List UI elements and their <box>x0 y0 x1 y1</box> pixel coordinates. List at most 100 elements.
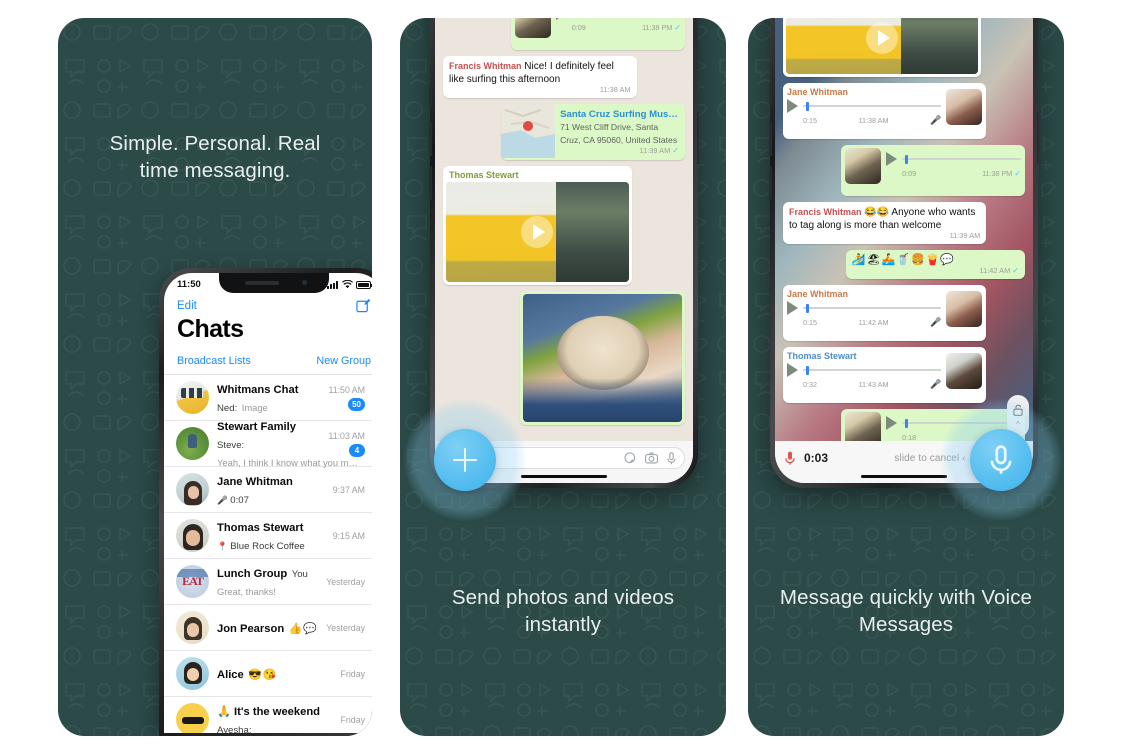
play-icon[interactable] <box>787 99 798 113</box>
chat-name: Jane Whitman <box>217 475 293 488</box>
video-thumbnail[interactable]: 11:37 AM <box>786 18 979 74</box>
phone-notch <box>219 273 329 293</box>
chat-sender: Ned: <box>217 402 238 414</box>
broadcast-lists-button[interactable]: Broadcast Lists <box>177 355 251 367</box>
location-title: Santa Cruz Surfing Mus… <box>560 109 678 120</box>
voice-record-button[interactable] <box>940 399 1062 521</box>
avatar <box>176 703 209 733</box>
list-item[interactable]: Jane Whitman 🎤 0:07 9:37 AM › <box>164 467 372 513</box>
panel1-caption: Simple. Personal. Real time messaging. <box>109 132 321 182</box>
chat-time: Friday <box>340 668 365 679</box>
avatar <box>176 473 209 506</box>
message-bubble-text-in[interactable]: Francis Whitman 😂😂 Anyone who wants to t… <box>783 202 987 244</box>
message-time: 11:38 PM <box>642 23 673 32</box>
list-item[interactable]: Alice 😎😘 Friday › <box>164 651 372 697</box>
voice-avatar <box>946 290 983 327</box>
message-time: 11:39 AM <box>639 146 671 155</box>
message-sender: Francis Whitman <box>449 61 522 71</box>
message-time: 11:42 AM <box>979 266 1011 275</box>
play-icon[interactable] <box>521 216 554 248</box>
message-time: 11:38 AM <box>599 85 631 94</box>
list-item[interactable]: 🙏 It's the weekend Ayesha: Friday › <box>164 697 372 733</box>
panel3-caption: Message quickly with Voice Messages <box>779 586 1033 636</box>
phone-screen: 11:50 Edit Chats Broadcast Lists New Gro… <box>164 273 372 733</box>
audio-progress-track[interactable] <box>803 365 942 375</box>
microphone-icon[interactable] <box>667 451 676 465</box>
list-item[interactable]: Whitmans Chat Ned: Image 11:50 AM 50 › <box>164 375 372 421</box>
message-bubble-video-in[interactable]: 11:37 AM <box>783 18 982 77</box>
message-sender: Francis Whitman <box>789 207 862 217</box>
play-icon[interactable] <box>866 22 899 54</box>
chat-name: Whitmans Chat <box>217 383 299 396</box>
chat-time: Friday <box>340 714 365 725</box>
play-icon[interactable] <box>886 416 898 430</box>
plus-attach-button[interactable] <box>404 399 526 521</box>
camera-icon[interactable] <box>645 452 658 464</box>
home-indicator <box>861 474 947 478</box>
phone-power-button <box>696 112 699 164</box>
avatar <box>176 565 209 598</box>
list-item[interactable]: Jon Pearson 👍💬 Yesterday › <box>164 605 372 651</box>
screenshot-stage: Simple. Personal. Real time messaging. 1… <box>0 0 1124 754</box>
chat-name: Alice <box>217 668 244 681</box>
voice-avatar <box>514 18 551 38</box>
message-bubble-text-in[interactable]: Francis Whitman Nice! I definitely feel … <box>443 56 637 98</box>
message-time: 11:37 AM <box>940 58 972 67</box>
message-bubble-photo-out[interactable]: 11:48 AM ✓ <box>520 291 685 425</box>
video-thumbnail[interactable]: 11:45 AM <box>446 182 629 282</box>
message-bubble-video-in[interactable]: Thomas Stewart 11:45 AM <box>443 166 632 285</box>
voice-duration: 0:15 <box>803 116 817 125</box>
chat-name: Stewart Family <box>217 420 296 433</box>
play-icon[interactable] <box>787 363 798 377</box>
list-item[interactable]: Lunch Group You Great, thanks! Yesterday… <box>164 559 372 605</box>
avatar <box>176 427 209 460</box>
phone-side-button <box>429 84 432 106</box>
microphone-icon: 🎤 <box>217 494 228 505</box>
message-time: 11:43 AM <box>858 380 889 389</box>
message-bubble-voice-in[interactable]: Thomas Stewart 0:32 11:43 AM 🎤 <box>783 347 987 403</box>
voice-record-button-core[interactable] <box>970 429 1032 491</box>
read-receipt-icon: ✓ <box>1012 266 1019 275</box>
subnav: Broadcast Lists New Group <box>164 351 372 375</box>
audio-progress-track[interactable] <box>803 303 942 313</box>
voice-duration: 0:09 <box>571 23 586 32</box>
chat-list[interactable]: Whitmans Chat Ned: Image 11:50 AM 50 › <box>164 375 372 733</box>
message-meta: 11:42 AM ✓ <box>980 264 1019 277</box>
photo-thumbnail[interactable]: 11:48 AM ✓ <box>523 294 682 422</box>
voice-avatar <box>946 88 983 125</box>
audio-progress-track[interactable] <box>902 154 1021 164</box>
message-sender: Thomas Stewart <box>449 170 519 180</box>
compose-icon[interactable] <box>356 298 371 313</box>
message-time: 11:48 AM <box>635 406 667 415</box>
play-icon[interactable] <box>787 301 798 315</box>
microphone-icon: 🎤 <box>930 317 942 327</box>
voice-duration: 0:07 <box>230 494 249 506</box>
message-bubble-voice-in[interactable]: Jane Whitman 0:15 11:42 AM 🎤 <box>783 285 987 341</box>
sticker-icon[interactable] <box>624 452 636 464</box>
unread-badge: 50 <box>348 397 365 411</box>
chat-name: 🙏 It's the weekend <box>217 705 321 718</box>
message-bubble-voice-in[interactable]: Jane Whitman 0:15 11:38 AM 🎤 <box>783 83 987 139</box>
phone-volume-up-button <box>429 122 432 156</box>
play-icon[interactable] <box>886 152 898 166</box>
list-item[interactable]: Stewart Family Steve: Yeah, I think I kn… <box>164 420 372 468</box>
message-time: 11:38 PM <box>982 169 1013 178</box>
audio-progress-track[interactable] <box>803 101 942 111</box>
edit-button[interactable]: Edit <box>177 300 197 312</box>
plus-attach-button-core[interactable] <box>434 429 496 491</box>
chat-time: Yesterday <box>326 576 365 587</box>
new-group-button[interactable]: New Group <box>316 355 371 367</box>
play-icon[interactable] <box>555 18 567 20</box>
phone-side-button <box>769 84 772 106</box>
list-item[interactable]: Thomas Stewart 📍 Blue Rock Coffee 9:15 A… <box>164 513 372 559</box>
message-bubble-location-out[interactable]: Santa Cruz Surfing Mus… 71 West Cliff Dr… <box>501 104 685 160</box>
chat-sender: You <box>291 568 308 580</box>
message-bubble-voice-out[interactable]: 0:09 11:38 PM ✓ <box>510 18 685 50</box>
panel2-caption: Send photos and videos instantly <box>451 586 675 636</box>
nav-row: Edit <box>164 293 372 314</box>
chat-preview: Image <box>241 401 268 413</box>
message-bubble-voice-out[interactable]: 0:09 11:38 PM ✓ <box>841 145 1025 196</box>
chat-preview: Yeah, I think I know what you m… <box>217 456 358 468</box>
status-time: 11:50 <box>177 278 201 290</box>
message-bubble-emoji-out[interactable]: 🏄🏖🚣🥤🍔🍟💬 11:42 AM ✓ <box>845 250 1025 279</box>
